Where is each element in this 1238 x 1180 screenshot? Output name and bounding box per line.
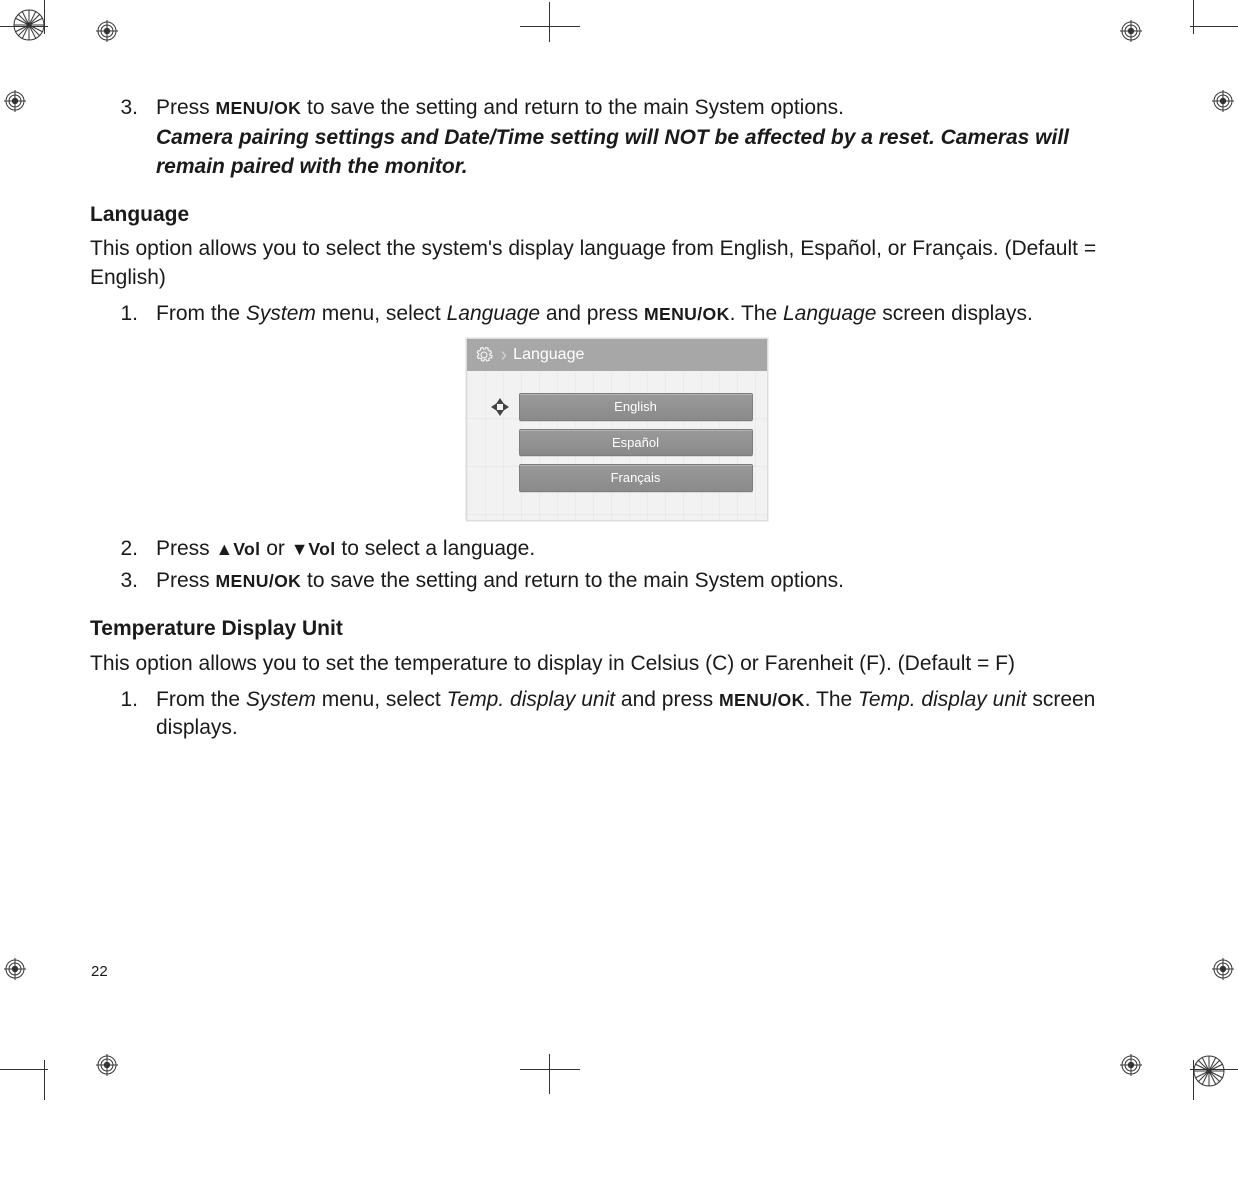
step-text: menu, select xyxy=(316,688,447,711)
button-label-menu-ok: MENU/OK xyxy=(216,571,302,591)
step-text: From the xyxy=(156,302,246,325)
step-text: screen displays. xyxy=(876,302,1032,325)
step-text: . The xyxy=(730,302,783,325)
language-screen: › Language English Español Français xyxy=(466,338,768,520)
language-option-espanol[interactable]: Español xyxy=(519,429,753,457)
step-text: From the xyxy=(156,688,246,711)
step-item: 3. Press MENU/OK to save the setting and… xyxy=(90,94,1143,181)
button-label-menu-ok: MENU/OK xyxy=(719,690,805,710)
step-text: to select a language. xyxy=(336,537,536,560)
nav-arrows-icon xyxy=(481,395,519,419)
language-option-english[interactable]: English xyxy=(519,393,753,421)
section-intro: This option allows you to select the sys… xyxy=(90,235,1143,292)
step-text: Press xyxy=(156,537,216,560)
language-option-francais[interactable]: Français xyxy=(519,464,753,492)
step-number: 1. xyxy=(90,300,156,328)
menu-name: System xyxy=(246,688,316,711)
section-intro: This option allows you to set the temper… xyxy=(90,650,1143,678)
page-number: 22 xyxy=(91,963,108,980)
down-arrow-icon: ▼ xyxy=(291,539,309,559)
button-label-vol: Vol xyxy=(233,539,260,559)
menu-name: System xyxy=(246,302,316,325)
screen-name: Temp. display unit xyxy=(858,688,1026,711)
step-item: 3. Press MENU/OK to save the setting and… xyxy=(90,567,1143,595)
menu-item: Language xyxy=(447,302,540,325)
button-label-menu-ok: MENU/OK xyxy=(216,98,302,118)
step-item: 1. From the System menu, select Language… xyxy=(90,300,1143,328)
step-text: or xyxy=(260,537,290,560)
reset-note: Camera pairing settings and Date/Time se… xyxy=(156,124,1143,181)
step-text: . The xyxy=(805,688,858,711)
step-text: and press xyxy=(540,302,644,325)
up-arrow-icon: ▲ xyxy=(216,539,234,559)
step-item: 1. From the System menu, select Temp. di… xyxy=(90,686,1143,743)
step-number: 1. xyxy=(90,686,156,743)
step-item: 2. Press ▲Vol or ▼Vol to select a langua… xyxy=(90,535,1143,563)
step-text: Press xyxy=(156,96,216,119)
step-number: 2. xyxy=(90,535,156,563)
step-text: and press xyxy=(615,688,719,711)
screen-name: Language xyxy=(783,302,876,325)
button-label-menu-ok: MENU/OK xyxy=(644,304,730,324)
step-text: menu, select xyxy=(316,302,447,325)
language-screen-title: Language xyxy=(513,344,584,366)
section-heading-temperature: Temperature Display Unit xyxy=(90,615,1143,643)
step-text: to save the setting and return to the ma… xyxy=(301,96,844,119)
breadcrumb-chevron-icon: › xyxy=(501,345,508,365)
step-text: Press xyxy=(156,569,216,592)
step-number: 3. xyxy=(90,567,156,595)
step-number: 3. xyxy=(90,94,156,181)
button-label-vol: Vol xyxy=(308,539,335,559)
menu-item: Temp. display unit xyxy=(447,688,615,711)
section-heading-language: Language xyxy=(90,201,1143,229)
step-text: to save the setting and return to the ma… xyxy=(301,569,844,592)
gear-icon xyxy=(475,346,493,364)
language-screen-header: › Language xyxy=(467,339,767,371)
